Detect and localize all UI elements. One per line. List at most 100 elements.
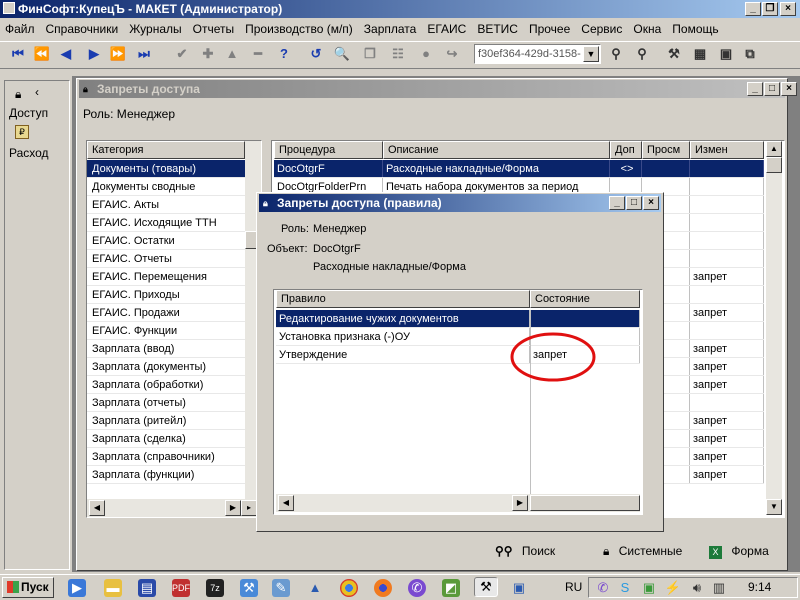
window-icon[interactable]: ▣ [716,44,736,64]
shortcut-expense-label[interactable]: Расход [9,146,49,160]
category-row[interactable]: ЕГАИС. Исходящие ТТН [87,214,245,232]
category-row[interactable]: ЕГАИС. Остатки [87,232,245,250]
window-app-icon[interactable]: ▣ [510,579,528,597]
window-close-button[interactable]: × [781,82,797,96]
rules-scroll-thumb[interactable] [530,495,640,511]
media-icon[interactable]: ▶ [68,579,86,597]
triangle-icon[interactable]: ▲ [306,579,324,597]
stop-icon[interactable]: ● [416,44,436,64]
chrome-icon[interactable] [340,579,358,597]
close-button[interactable]: × [780,2,796,16]
archive-7z-icon[interactable]: 7z [206,579,224,597]
dialog-close-button[interactable]: × [643,196,659,210]
rule-row[interactable]: Редактирование чужих документов [276,310,640,328]
proc-header-procedure[interactable]: Процедура [274,141,383,159]
binoculars-icon[interactable]: ⚲ [606,44,626,64]
menu-service[interactable]: Сервис [576,19,628,39]
category-row[interactable]: Зарплата (отчеты) [87,394,245,412]
proc-scroll-down-button[interactable]: ▼ [766,499,782,515]
categories-hscrollbar[interactable]: ◀ ▶ ▸ [87,499,261,517]
rules-header-rule[interactable]: Правило [276,290,530,308]
refresh-icon[interactable]: ↺ [306,44,326,64]
categories-header[interactable]: Категория [87,141,245,159]
next-record-icon[interactable]: ▶ [84,44,104,64]
window-minimize-button[interactable]: _ [747,82,763,96]
tray-power-icon[interactable]: ⚡ [664,579,682,597]
back-arrow-icon[interactable]: ‹ [35,85,39,99]
record-id-combo[interactable]: f30ef364-429d-3158- [474,44,601,64]
prev-record-icon[interactable]: ◀ [56,44,76,64]
tray-update-icon[interactable]: ▣ [640,579,658,597]
system-button[interactable]: 🔒︎ Системные [603,541,682,561]
menu-production[interactable]: Производство (м/п) [240,19,359,39]
category-row[interactable]: ЕГАИС. Продажи [87,304,245,322]
menu-directories[interactable]: Справочники [41,19,125,39]
tray-network-icon[interactable]: ▥ [710,579,728,597]
tree-icon[interactable]: ☷ [388,44,408,64]
category-row[interactable]: ЕГАИС. Отчеты [87,250,245,268]
window-maximize-button[interactable]: □ [764,82,780,96]
lock-icon[interactable]: 🔒︎ [15,87,21,102]
category-row[interactable]: Зарплата (функции) [87,466,245,484]
category-row[interactable]: Зарплата (ввод) [87,340,245,358]
rules-scroll-left-button[interactable]: ◀ [278,495,294,511]
menu-egais[interactable]: ЕГАИС [422,19,472,39]
rules-header-state[interactable]: Состояние [530,290,640,308]
language-indicator[interactable]: RU [565,580,582,594]
proc-header-description[interactable]: Описание [383,141,610,159]
menu-help[interactable]: Помощь [667,19,724,39]
minimize-button[interactable]: _ [745,2,761,16]
menu-journals[interactable]: Журналы [124,19,187,39]
dialog-maximize-button[interactable]: □ [626,196,642,210]
tray-skype-icon[interactable]: S [616,579,634,597]
firefox-icon[interactable] [374,579,392,597]
book-icon[interactable]: ▤ [138,579,156,597]
category-row[interactable]: Зарплата (справочники) [87,448,245,466]
tray-viber-icon[interactable]: ✆ [594,579,612,597]
combo-dropdown-arrow[interactable]: ▼ [583,46,599,62]
rules-grid[interactable]: Правило Состояние Редактирование чужих д… [273,289,643,515]
proc-header-izmen[interactable]: Измен [690,141,764,159]
form-button[interactable]: X Форма [709,541,769,561]
folder-icon[interactable]: ▬ [104,579,122,597]
procedures-vscrollbar[interactable]: ▲ ▼ [766,141,782,515]
windows-cascade-icon[interactable]: ⧉ [740,44,760,64]
menu-other[interactable]: Прочее [524,19,576,39]
menu-reports[interactable]: Отчеты [188,19,240,39]
cashier-icon[interactable]: ₽ [15,125,29,139]
add-icon[interactable]: ✚ [198,44,218,64]
scroll-right-button[interactable]: ▶ [225,500,241,516]
clock[interactable]: 9:14 [748,580,771,594]
category-row[interactable]: ЕГАИС. Акты [87,196,245,214]
menu-vetis[interactable]: ВЕТИС [472,19,524,39]
tray-volume-icon[interactable]: 🔊︎ [688,579,706,597]
up-icon[interactable]: ▲ [222,44,242,64]
copy-icon[interactable]: ❐ [360,44,380,64]
proc-header-prosm[interactable]: Просм [642,141,690,159]
minus-icon[interactable]: ━ [248,44,268,64]
scroll-right-end-button[interactable]: ▸ [241,500,257,516]
category-row[interactable]: Зарплата (ритейл) [87,412,245,430]
category-row[interactable]: Зарплата (документы) [87,358,245,376]
restore-button[interactable]: ❐ [762,2,778,16]
calculator-icon[interactable]: ▦ [690,44,710,64]
tools-icon[interactable]: ⚒ [664,44,684,64]
category-row[interactable]: ЕГАИС. Приходы [87,286,245,304]
rules-scroll-right-button[interactable]: ▶ [512,495,528,511]
active-app-icon[interactable]: ⚒ [474,577,498,597]
next-page-icon[interactable]: ⏩ [108,44,128,64]
check-icon[interactable]: ✔ [172,44,192,64]
last-record-icon[interactable]: ⏭ [134,44,154,64]
help-icon[interactable]: ? [274,44,294,64]
start-button[interactable]: Пуск [2,577,54,598]
proc-header-dop[interactable]: Доп [610,141,642,159]
app-green-icon[interactable]: ◩ [442,579,460,597]
find-icon[interactable]: 🔍 [332,44,352,64]
redo-icon[interactable]: ↪ [442,44,462,64]
menu-windows[interactable]: Окна [628,19,667,39]
proc-scroll-up-button[interactable]: ▲ [766,141,782,157]
dialog-minimize-button[interactable]: _ [609,196,625,210]
binoculars-next-icon[interactable]: ⚲ [632,44,652,64]
categories-grid[interactable]: Категория Документы (товары) Документы св… [86,140,262,518]
pdf-icon[interactable]: PDF [172,579,190,597]
